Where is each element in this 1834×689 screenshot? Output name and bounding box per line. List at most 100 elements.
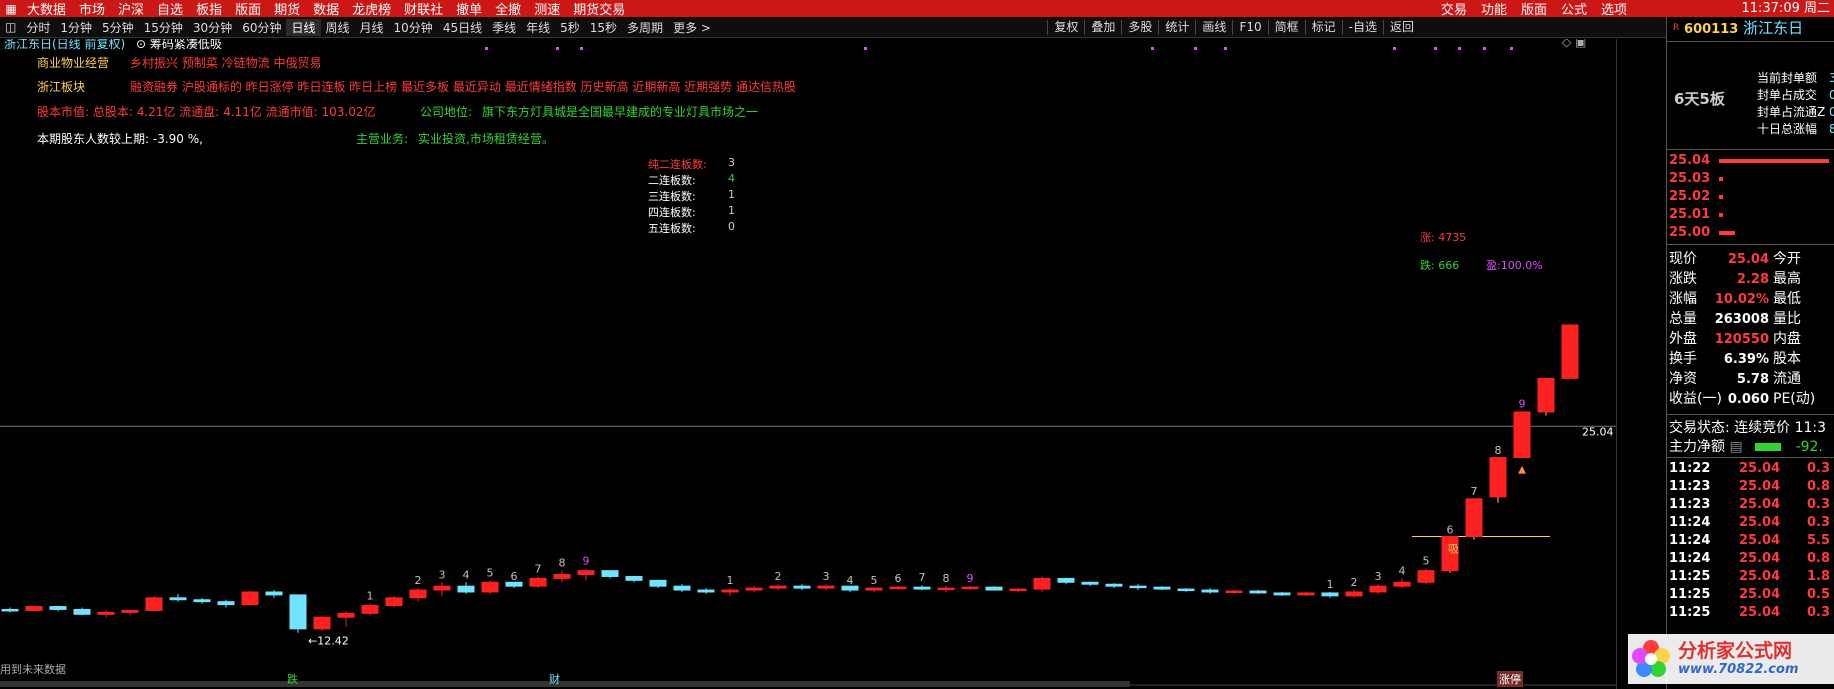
tick-row: 11:24 25.04 5.5 <box>1669 533 1834 548</box>
period-tab-0[interactable]: 分时 <box>21 19 55 36</box>
menu-right-item-0[interactable]: 交易 <box>1434 0 1474 17</box>
ask-price-1: 25.03 <box>1669 171 1711 186</box>
menu-right-item-2[interactable]: 版面 <box>1514 0 1554 17</box>
menu-item-5[interactable]: 版面 <box>230 0 269 17</box>
seal-row-1: 封单占成交 0.0 <box>1757 86 1834 103</box>
toggle-panel-icon[interactable]: ◫ <box>0 20 21 34</box>
kline-chart-area[interactable]: 1 2 3 4 5 6 7 8 9 1 2 3 4 5 6 7 8 9 1 2 3 4 5 6 7 8 9 25.04 ←12.42 吸 … <box>0 39 1616 689</box>
seal-value-2: 0.0 <box>1829 105 1834 119</box>
stat-win: 盈:100.0% <box>1486 259 1543 272</box>
menu-right-item-4[interactable]: 选项 <box>1594 0 1634 17</box>
indicator-toggle-icon[interactable]: ⊙ <box>136 39 146 51</box>
period-tab-12[interactable]: 年线 <box>521 19 555 36</box>
period-tab-15[interactable]: 多周期 <box>622 19 668 36</box>
toolbar-button-6[interactable]: 简框 <box>1267 20 1305 35</box>
toolbar-button-9[interactable]: 返回 <box>1382 20 1420 35</box>
menu-item-11[interactable]: 全撤 <box>490 0 529 17</box>
tick-volume-8: 0.3 <box>1807 605 1831 620</box>
quote-value-2: 10.02% <box>1714 292 1769 307</box>
candle-body-23 <box>553 574 571 579</box>
period-tab-5[interactable]: 60分钟 <box>237 19 286 36</box>
toolbar-button-1[interactable]: 叠加 <box>1084 20 1121 35</box>
candle-body-2 <box>49 606 67 610</box>
chart-options-icon[interactable]: ◇ ▣ <box>1562 39 1586 49</box>
top-signal-dot-9 <box>1458 47 1461 50</box>
sector-concepts: 融资融券 沪股通标的 昨日涨停 昨日连板 昨日上榜 最近多板 最近异动 最近情绪… <box>130 80 796 94</box>
count-label-16: 8 <box>943 572 950 585</box>
quote-label-2: 涨幅 <box>1669 291 1697 307</box>
candle-body-8 <box>193 599 211 603</box>
menu-item-6[interactable]: 期货 <box>269 0 308 17</box>
ask-price-3: 25.01 <box>1669 207 1711 222</box>
tick-volume-3: 0.3 <box>1807 515 1831 530</box>
menu-right-item-3[interactable]: 公式 <box>1554 0 1594 17</box>
period-tab-13[interactable]: 5秒 <box>555 19 585 36</box>
candle-body-58 <box>1393 581 1411 587</box>
period-tab-7[interactable]: 周线 <box>321 19 355 36</box>
period-tab-4[interactable]: 30分钟 <box>188 19 237 36</box>
candle-body-24 <box>577 570 595 576</box>
candle-body-9 <box>217 601 235 606</box>
menu-item-1[interactable]: 市场 <box>74 0 113 17</box>
toolbar-button-5[interactable]: F10 <box>1232 20 1267 35</box>
menu-item-12[interactable]: 测速 <box>529 0 568 17</box>
toolbar-button-8[interactable]: -自选 <box>1341 20 1383 35</box>
ask-row-3[interactable]: 25.01 <box>1669 207 1834 222</box>
toolbar-button-2[interactable]: 多股 <box>1121 20 1158 35</box>
candle-body-48 <box>1153 586 1171 590</box>
streak-label-0: 纯二连板数: <box>648 158 707 171</box>
period-tab-16[interactable]: 更多 > <box>668 19 716 36</box>
menu-item-13[interactable]: 期货交易 <box>568 0 633 17</box>
menu-right-item-1[interactable]: 功能 <box>1474 0 1514 17</box>
menu-item-7[interactable]: 数据 <box>308 0 347 17</box>
count-label-6: 7 <box>535 562 542 575</box>
main-flow-bar <box>1755 443 1782 451</box>
menu-item-3[interactable]: 自选 <box>152 0 191 17</box>
quote-label2-2: 最低 <box>1773 291 1801 307</box>
count-label-5: 6 <box>511 570 518 583</box>
ask-row-1[interactable]: 25.03 <box>1669 171 1834 186</box>
toolbar-button-3[interactable]: 统计 <box>1158 20 1195 35</box>
tick-volume-7: 0.5 <box>1807 587 1831 602</box>
count-label-9: 1 <box>727 574 734 587</box>
period-tab-3[interactable]: 15分钟 <box>139 19 188 36</box>
main-flow-icon[interactable]: ▤ <box>1729 439 1742 455</box>
app-grid-icon[interactable]: ▦ <box>0 2 22 16</box>
quote-label-7: 收益(一) <box>1669 391 1722 407</box>
period-tab-11[interactable]: 季线 <box>487 19 521 36</box>
tick-price-6: 25.04 <box>1739 569 1781 584</box>
ask-row-4[interactable]: 25.00 <box>1669 225 1834 240</box>
menu-item-8[interactable]: 龙虎榜 <box>347 0 399 17</box>
menu-item-10[interactable]: 撤单 <box>451 0 490 17</box>
menu-item-9[interactable]: 财联社 <box>399 0 451 17</box>
period-tab-9[interactable]: 10分钟 <box>389 19 438 36</box>
chart-right-gutter <box>1616 39 1666 689</box>
period-tab-10[interactable]: 45日线 <box>438 19 487 36</box>
scroll-thumb[interactable] <box>0 681 1130 687</box>
menu-item-0[interactable]: 大数据 <box>22 0 74 17</box>
period-tab-8[interactable]: 月线 <box>355 19 389 36</box>
period-tab-14[interactable]: 15秒 <box>585 19 622 36</box>
count-label-20: 3 <box>1375 570 1382 583</box>
toolbar-button-0[interactable]: 复权 <box>1047 20 1084 35</box>
count-label-11: 3 <box>823 570 830 583</box>
top-signal-dot-0 <box>485 47 488 50</box>
count-label-22: 5 <box>1423 555 1430 568</box>
toolbar-button-7[interactable]: 标记 <box>1304 20 1342 35</box>
ask-row-2[interactable]: 25.02 <box>1669 189 1834 204</box>
toolbar-button-4[interactable]: 画线 <box>1195 20 1232 35</box>
stat-up: 涨: 4735 <box>1420 231 1467 244</box>
period-tab-6[interactable]: 日线 <box>286 18 321 36</box>
menu-item-2[interactable]: 沪深 <box>113 0 152 17</box>
streak-label-2: 三连板数: <box>648 190 696 203</box>
period-tab-1[interactable]: 1分钟 <box>55 19 97 36</box>
tick-volume-4: 5.5 <box>1807 533 1831 548</box>
candle-body-46 <box>1105 583 1123 587</box>
last-price-label: 25.04 <box>1582 425 1614 438</box>
tick-row: 11:25 25.04 1.8 <box>1669 569 1834 584</box>
candle-body-45 <box>1081 581 1099 585</box>
menu-item-4[interactable]: 板指 <box>191 0 230 17</box>
period-tab-2[interactable]: 5分钟 <box>97 19 139 36</box>
indicator-name[interactable]: ⊙ 筹码紧凑低吸 <box>136 39 222 52</box>
ask-row-0[interactable]: 25.04 <box>1669 153 1834 168</box>
